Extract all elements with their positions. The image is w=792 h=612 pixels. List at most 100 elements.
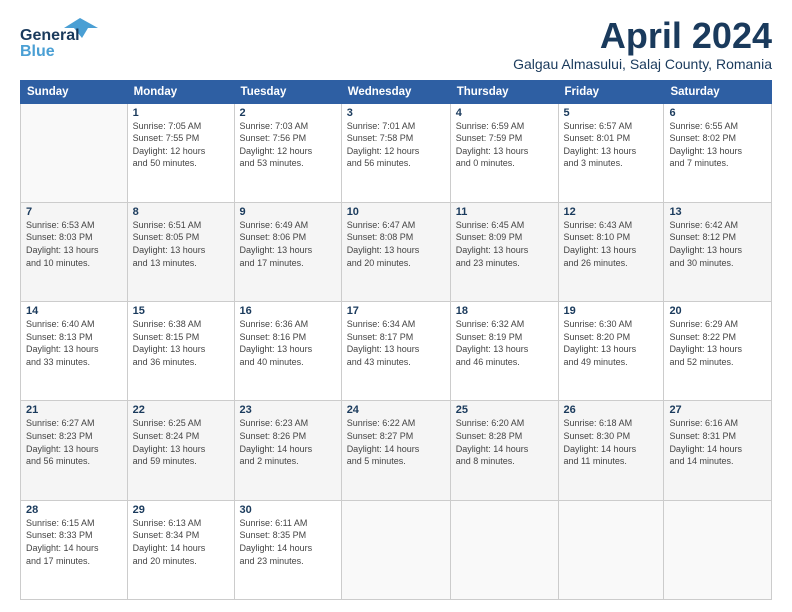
logo: GeneralBlue — [20, 16, 100, 58]
svg-text:General: General — [20, 27, 80, 44]
day-info: Sunrise: 6:16 AM Sunset: 8:31 PM Dayligh… — [669, 417, 766, 467]
day-number: 25 — [456, 404, 553, 416]
table-row: 15Sunrise: 6:38 AM Sunset: 8:15 PM Dayli… — [127, 302, 234, 401]
day-info: Sunrise: 6:30 AM Sunset: 8:20 PM Dayligh… — [564, 318, 659, 368]
calendar-row: 14Sunrise: 6:40 AM Sunset: 8:13 PM Dayli… — [21, 302, 772, 401]
table-row: 10Sunrise: 6:47 AM Sunset: 8:08 PM Dayli… — [341, 202, 450, 301]
day-number: 6 — [669, 107, 766, 119]
day-info: Sunrise: 6:51 AM Sunset: 8:05 PM Dayligh… — [133, 219, 229, 269]
day-info: Sunrise: 6:32 AM Sunset: 8:19 PM Dayligh… — [456, 318, 553, 368]
day-info: Sunrise: 6:53 AM Sunset: 8:03 PM Dayligh… — [26, 219, 122, 269]
table-row: 18Sunrise: 6:32 AM Sunset: 8:19 PM Dayli… — [450, 302, 558, 401]
table-row — [21, 103, 128, 202]
day-info: Sunrise: 6:11 AM Sunset: 8:35 PM Dayligh… — [240, 517, 336, 567]
day-info: Sunrise: 6:22 AM Sunset: 8:27 PM Dayligh… — [347, 417, 445, 467]
day-info: Sunrise: 6:23 AM Sunset: 8:26 PM Dayligh… — [240, 417, 336, 467]
logo-svg: GeneralBlue — [20, 16, 100, 58]
table-row: 11Sunrise: 6:45 AM Sunset: 8:09 PM Dayli… — [450, 202, 558, 301]
table-row: 29Sunrise: 6:13 AM Sunset: 8:34 PM Dayli… — [127, 500, 234, 599]
calendar-row: 21Sunrise: 6:27 AM Sunset: 8:23 PM Dayli… — [21, 401, 772, 500]
table-row: 3Sunrise: 7:01 AM Sunset: 7:58 PM Daylig… — [341, 103, 450, 202]
day-number: 9 — [240, 206, 336, 218]
calendar: Sunday Monday Tuesday Wednesday Thursday… — [20, 80, 772, 600]
day-number: 22 — [133, 404, 229, 416]
day-number: 10 — [347, 206, 445, 218]
calendar-row: 1Sunrise: 7:05 AM Sunset: 7:55 PM Daylig… — [21, 103, 772, 202]
day-info: Sunrise: 6:36 AM Sunset: 8:16 PM Dayligh… — [240, 318, 336, 368]
day-info: Sunrise: 6:20 AM Sunset: 8:28 PM Dayligh… — [456, 417, 553, 467]
day-number: 21 — [26, 404, 122, 416]
calendar-row: 7Sunrise: 6:53 AM Sunset: 8:03 PM Daylig… — [21, 202, 772, 301]
table-row: 5Sunrise: 6:57 AM Sunset: 8:01 PM Daylig… — [558, 103, 664, 202]
table-row: 27Sunrise: 6:16 AM Sunset: 8:31 PM Dayli… — [664, 401, 772, 500]
day-number: 29 — [133, 504, 229, 516]
day-number: 18 — [456, 305, 553, 317]
table-row: 26Sunrise: 6:18 AM Sunset: 8:30 PM Dayli… — [558, 401, 664, 500]
day-info: Sunrise: 6:45 AM Sunset: 8:09 PM Dayligh… — [456, 219, 553, 269]
table-row: 6Sunrise: 6:55 AM Sunset: 8:02 PM Daylig… — [664, 103, 772, 202]
day-info: Sunrise: 6:38 AM Sunset: 8:15 PM Dayligh… — [133, 318, 229, 368]
table-row: 28Sunrise: 6:15 AM Sunset: 8:33 PM Dayli… — [21, 500, 128, 599]
day-info: Sunrise: 6:57 AM Sunset: 8:01 PM Dayligh… — [564, 120, 659, 170]
day-number: 26 — [564, 404, 659, 416]
table-row: 13Sunrise: 6:42 AM Sunset: 8:12 PM Dayli… — [664, 202, 772, 301]
table-row: 4Sunrise: 6:59 AM Sunset: 7:59 PM Daylig… — [450, 103, 558, 202]
col-saturday: Saturday — [664, 80, 772, 103]
day-info: Sunrise: 7:03 AM Sunset: 7:56 PM Dayligh… — [240, 120, 336, 170]
col-sunday: Sunday — [21, 80, 128, 103]
day-number: 12 — [564, 206, 659, 218]
calendar-header: Sunday Monday Tuesday Wednesday Thursday… — [21, 80, 772, 103]
day-info: Sunrise: 6:42 AM Sunset: 8:12 PM Dayligh… — [669, 219, 766, 269]
month-title: April 2024 — [513, 16, 772, 56]
day-info: Sunrise: 7:05 AM Sunset: 7:55 PM Dayligh… — [133, 120, 229, 170]
day-number: 19 — [564, 305, 659, 317]
day-info: Sunrise: 6:34 AM Sunset: 8:17 PM Dayligh… — [347, 318, 445, 368]
table-row: 30Sunrise: 6:11 AM Sunset: 8:35 PM Dayli… — [234, 500, 341, 599]
table-row: 20Sunrise: 6:29 AM Sunset: 8:22 PM Dayli… — [664, 302, 772, 401]
table-row: 16Sunrise: 6:36 AM Sunset: 8:16 PM Dayli… — [234, 302, 341, 401]
day-number: 1 — [133, 107, 229, 119]
day-number: 28 — [26, 504, 122, 516]
col-tuesday: Tuesday — [234, 80, 341, 103]
title-block: April 2024 Galgau Almasului, Salaj Count… — [513, 16, 772, 72]
col-friday: Friday — [558, 80, 664, 103]
day-info: Sunrise: 7:01 AM Sunset: 7:58 PM Dayligh… — [347, 120, 445, 170]
table-row: 14Sunrise: 6:40 AM Sunset: 8:13 PM Dayli… — [21, 302, 128, 401]
table-row: 7Sunrise: 6:53 AM Sunset: 8:03 PM Daylig… — [21, 202, 128, 301]
header: GeneralBlue April 2024 Galgau Almasului,… — [20, 16, 772, 72]
day-number: 30 — [240, 504, 336, 516]
svg-text:Blue: Blue — [20, 43, 55, 58]
day-number: 17 — [347, 305, 445, 317]
day-number: 23 — [240, 404, 336, 416]
day-info: Sunrise: 6:18 AM Sunset: 8:30 PM Dayligh… — [564, 417, 659, 467]
day-number: 11 — [456, 206, 553, 218]
table-row: 8Sunrise: 6:51 AM Sunset: 8:05 PM Daylig… — [127, 202, 234, 301]
day-info: Sunrise: 6:27 AM Sunset: 8:23 PM Dayligh… — [26, 417, 122, 467]
day-info: Sunrise: 6:43 AM Sunset: 8:10 PM Dayligh… — [564, 219, 659, 269]
table-row — [664, 500, 772, 599]
day-number: 2 — [240, 107, 336, 119]
table-row: 12Sunrise: 6:43 AM Sunset: 8:10 PM Dayli… — [558, 202, 664, 301]
table-row: 9Sunrise: 6:49 AM Sunset: 8:06 PM Daylig… — [234, 202, 341, 301]
col-thursday: Thursday — [450, 80, 558, 103]
table-row: 25Sunrise: 6:20 AM Sunset: 8:28 PM Dayli… — [450, 401, 558, 500]
day-number: 7 — [26, 206, 122, 218]
table-row: 19Sunrise: 6:30 AM Sunset: 8:20 PM Dayli… — [558, 302, 664, 401]
day-number: 3 — [347, 107, 445, 119]
table-row: 24Sunrise: 6:22 AM Sunset: 8:27 PM Dayli… — [341, 401, 450, 500]
table-row: 17Sunrise: 6:34 AM Sunset: 8:17 PM Dayli… — [341, 302, 450, 401]
col-monday: Monday — [127, 80, 234, 103]
day-number: 20 — [669, 305, 766, 317]
day-info: Sunrise: 6:40 AM Sunset: 8:13 PM Dayligh… — [26, 318, 122, 368]
day-number: 24 — [347, 404, 445, 416]
calendar-body: 1Sunrise: 7:05 AM Sunset: 7:55 PM Daylig… — [21, 103, 772, 599]
day-number: 14 — [26, 305, 122, 317]
header-row: Sunday Monday Tuesday Wednesday Thursday… — [21, 80, 772, 103]
day-info: Sunrise: 6:13 AM Sunset: 8:34 PM Dayligh… — [133, 517, 229, 567]
calendar-table: Sunday Monday Tuesday Wednesday Thursday… — [20, 80, 772, 600]
table-row: 2Sunrise: 7:03 AM Sunset: 7:56 PM Daylig… — [234, 103, 341, 202]
day-info: Sunrise: 6:25 AM Sunset: 8:24 PM Dayligh… — [133, 417, 229, 467]
table-row — [341, 500, 450, 599]
table-row: 1Sunrise: 7:05 AM Sunset: 7:55 PM Daylig… — [127, 103, 234, 202]
day-number: 15 — [133, 305, 229, 317]
